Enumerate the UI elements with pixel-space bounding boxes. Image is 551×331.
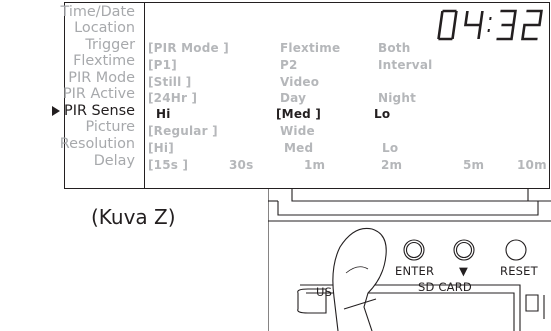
- flextime-option-p1[interactable]: [P1]: [148, 58, 177, 72]
- trigger-option-flextime[interactable]: Flextime: [280, 41, 340, 55]
- device-button-panel-illustration: ENTER ▼ RESET SD CARD US: [268, 189, 551, 331]
- selection-arrow-icon: [52, 106, 61, 116]
- menu-item-picture[interactable]: Picture: [86, 120, 136, 135]
- menu-item-pir-mode[interactable]: PIR Mode: [68, 71, 135, 86]
- delay-option-30s[interactable]: 30s: [229, 158, 253, 172]
- menu-item-trigger[interactable]: Trigger: [85, 38, 135, 53]
- delay-option-15s[interactable]: [15s ]: [148, 158, 188, 172]
- delay-option-1m[interactable]: 1m: [304, 158, 325, 172]
- picture-option-wide[interactable]: Wide: [280, 124, 315, 138]
- delay-option-2m[interactable]: 2m: [381, 158, 402, 172]
- menu-item-label: PIR Sense: [64, 103, 135, 119]
- menu-item-pir-active[interactable]: PIR Active: [63, 87, 135, 102]
- delay-option-10m[interactable]: 10m: [517, 158, 547, 172]
- figure-caption: (Kuva Z): [91, 205, 176, 229]
- pir-mode-option-still[interactable]: [Still ]: [148, 75, 191, 89]
- menu-item-flextime[interactable]: Flextime: [73, 54, 135, 69]
- trigger-option-both[interactable]: Both: [378, 41, 410, 55]
- picture-option-regular[interactable]: [Regular ]: [148, 124, 218, 138]
- menu-item-time-date[interactable]: Time/Date: [61, 5, 135, 20]
- clock-display: [437, 9, 543, 41]
- pir-sense-option-hi[interactable]: Hi: [156, 107, 171, 121]
- pir-active-option-night[interactable]: Night: [378, 91, 416, 105]
- delay-option-5m[interactable]: 5m: [463, 158, 484, 172]
- pir-active-option-24hr[interactable]: [24Hr ]: [148, 91, 197, 105]
- menu-item-location[interactable]: Location: [74, 21, 135, 36]
- menu-item-delay[interactable]: Delay: [94, 154, 135, 169]
- trigger-option-pir-mode[interactable]: [PIR Mode ]: [148, 41, 229, 55]
- pir-sense-option-med[interactable]: [Med ]: [276, 107, 321, 121]
- resolution-option-lo[interactable]: Lo: [382, 141, 398, 155]
- pir-sense-option-lo[interactable]: Lo: [374, 107, 390, 121]
- flextime-option-interval[interactable]: Interval: [378, 58, 432, 72]
- menu-item-pir-sense[interactable]: PIR Sense: [52, 103, 135, 119]
- resolution-option-med[interactable]: Med: [284, 141, 313, 155]
- pir-mode-option-video[interactable]: Video: [280, 75, 319, 89]
- finger-icon: [332, 227, 387, 331]
- pir-active-option-day[interactable]: Day: [280, 91, 306, 105]
- flextime-option-p2[interactable]: P2: [280, 58, 298, 72]
- resolution-option-hi[interactable]: [Hi]: [148, 141, 174, 155]
- menu-item-resolution[interactable]: Resolution: [60, 137, 135, 152]
- settings-menu: Time/Date Location Trigger Flextime PIR …: [52, 3, 145, 188]
- lcd-settings-panel: Time/Date Location Trigger Flextime PIR …: [52, 2, 550, 189]
